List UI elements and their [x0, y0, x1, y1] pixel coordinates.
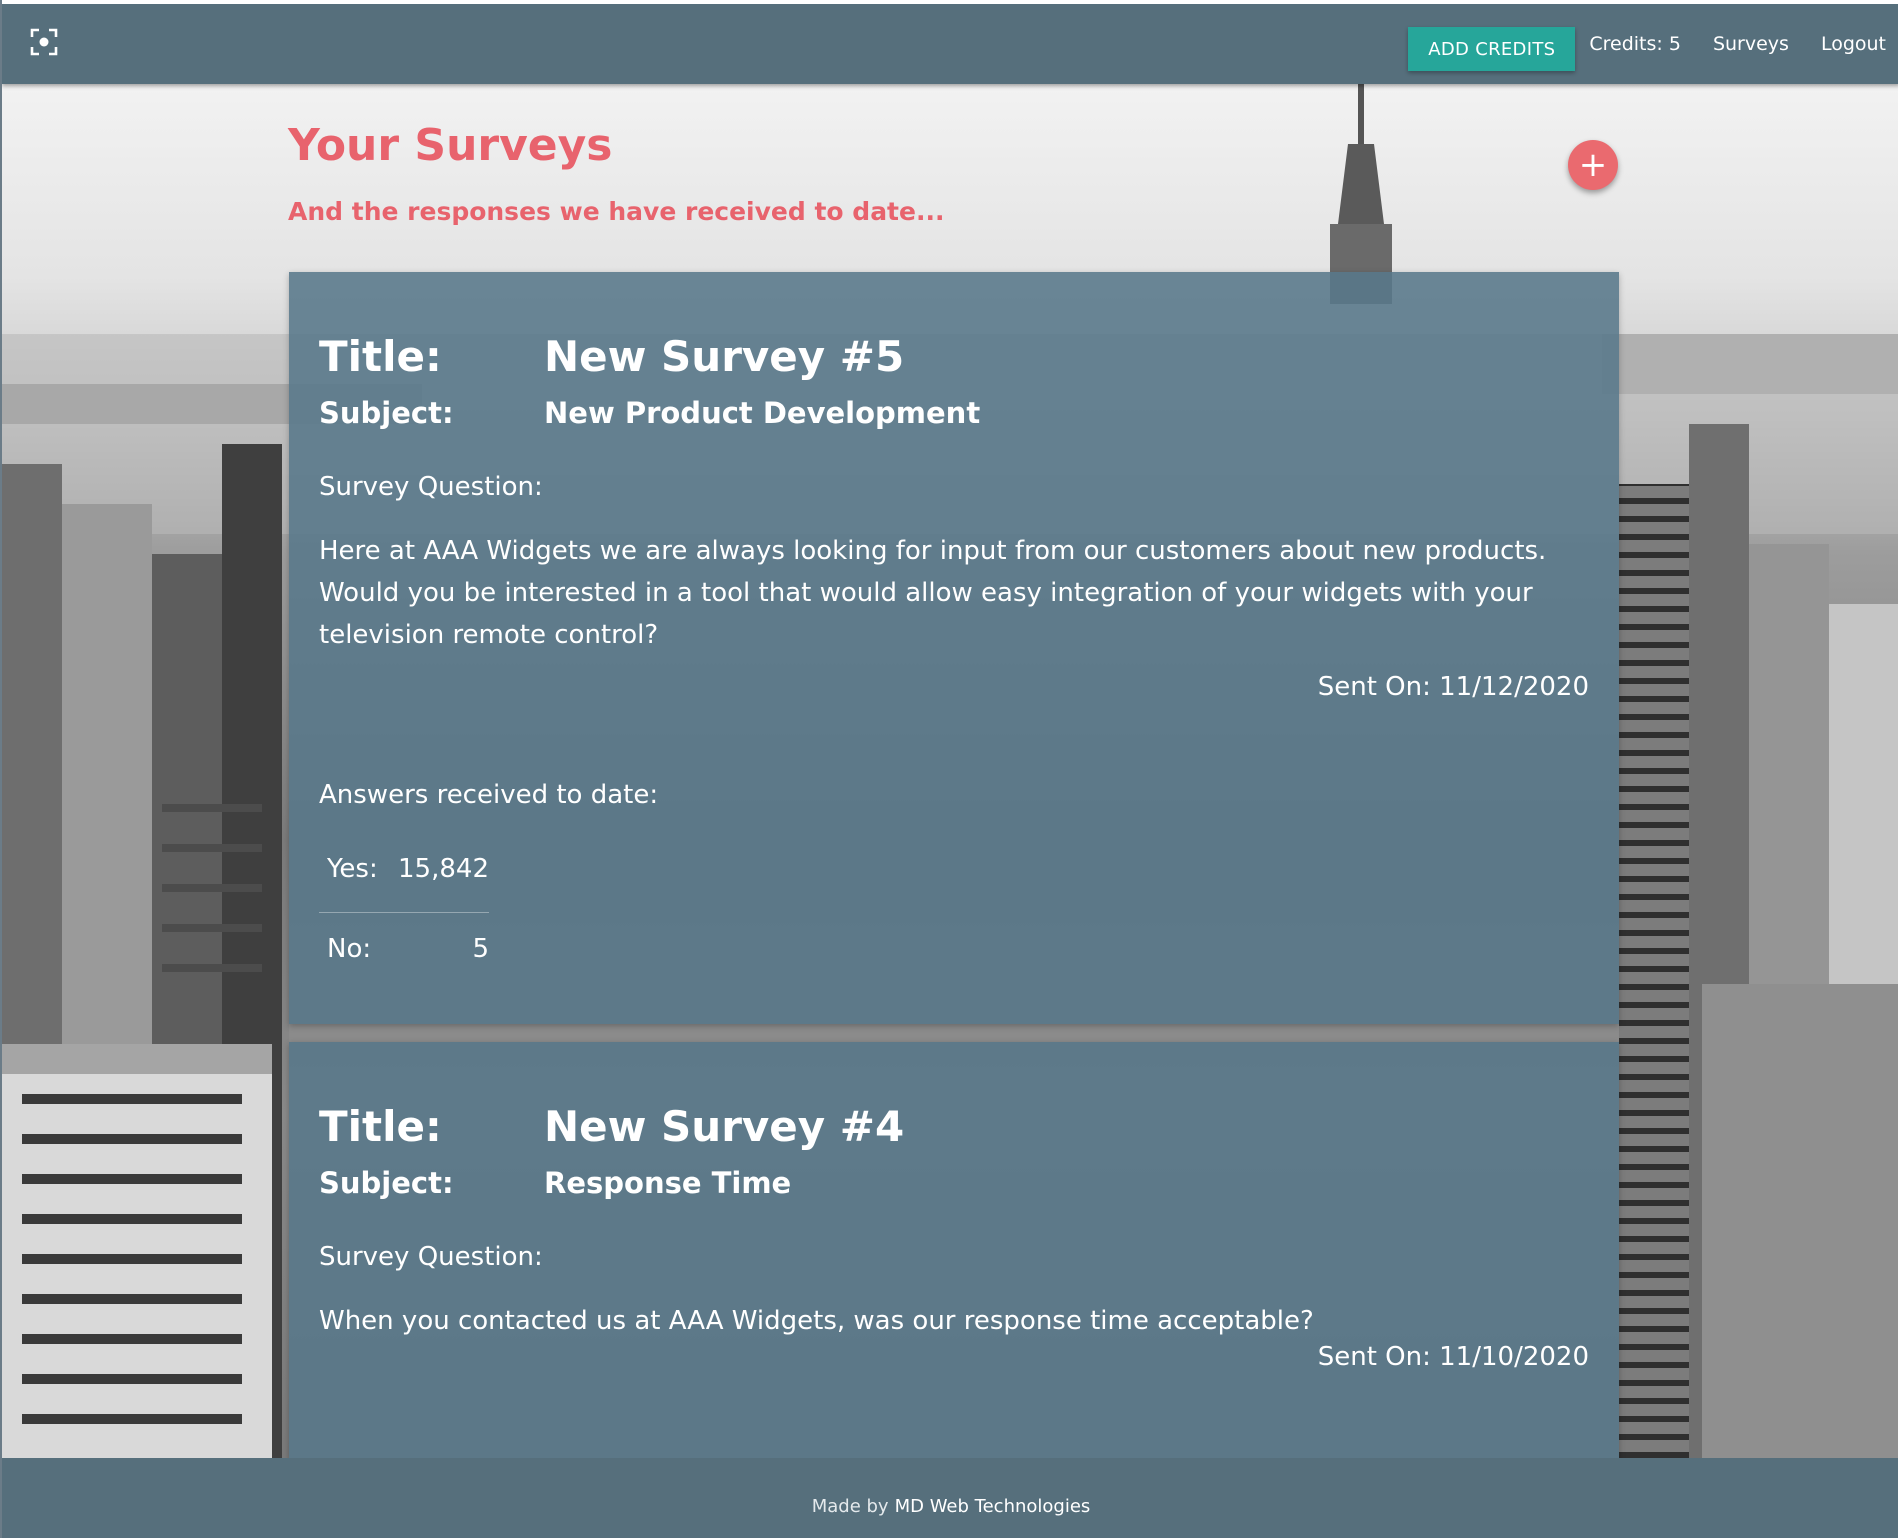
- footer-made-by: Made by: [811, 1495, 889, 1517]
- sent-on-date: Sent On: 11/10/2020: [1317, 1342, 1589, 1372]
- focus-frame-icon[interactable]: [30, 28, 58, 56]
- answer-count: 15,842: [398, 854, 489, 884]
- answer-row-no: No: 5: [319, 912, 489, 992]
- title-label: Title:: [319, 332, 442, 381]
- title-label: Title:: [319, 1102, 442, 1151]
- subject-label: Subject:: [319, 396, 454, 430]
- page-subtitle: And the responses we have received to da…: [288, 197, 945, 226]
- top-navbar: ADD CREDITS Credits: 5 Surveys Logout: [2, 0, 1898, 84]
- survey-card: Title: New Survey #4 Subject: Response T…: [289, 1042, 1619, 1460]
- survey-subject: Response Time: [544, 1166, 792, 1200]
- survey-question-text: Here at AAA Widgets we are always lookin…: [319, 536, 1547, 650]
- survey-question-label: Survey Question:: [319, 472, 543, 502]
- answers-label: Answers received to date:: [319, 780, 659, 810]
- footer-company-link[interactable]: MD Web Technologies: [895, 1496, 1091, 1517]
- answer-label: No:: [327, 934, 372, 964]
- page-title: Your Surveys: [288, 120, 613, 171]
- nav-link-logout[interactable]: Logout: [1821, 33, 1886, 55]
- add-survey-button[interactable]: +: [1568, 140, 1618, 190]
- survey-subject: New Product Development: [544, 396, 981, 430]
- nav-right-group: ADD CREDITS Credits: 5 Surveys Logout: [1408, 4, 1898, 84]
- survey-question-label: Survey Question:: [319, 1242, 543, 1272]
- subject-label: Subject:: [319, 1166, 454, 1200]
- app-frame: ADD CREDITS Credits: 5 Surveys Logout Yo…: [0, 0, 1898, 1538]
- page-footer: Made by MD Web Technologies: [2, 1458, 1898, 1538]
- answer-row-yes: Yes: 15,842: [319, 832, 489, 912]
- survey-title: New Survey #4: [544, 1102, 905, 1151]
- survey-question-text: When you contacted us at AAA Widgets, wa…: [319, 1306, 1314, 1336]
- nav-link-surveys[interactable]: Surveys: [1713, 33, 1789, 55]
- sent-on-date: Sent On: 11/12/2020: [1317, 672, 1589, 702]
- credits-count: Credits: 5: [1589, 33, 1681, 55]
- survey-title: New Survey #5: [544, 332, 905, 381]
- answer-count: 5: [472, 934, 489, 964]
- answer-label: Yes:: [327, 854, 378, 884]
- survey-card: Title: New Survey #5 Subject: New Produc…: [289, 272, 1619, 1024]
- add-credits-button[interactable]: ADD CREDITS: [1408, 27, 1576, 71]
